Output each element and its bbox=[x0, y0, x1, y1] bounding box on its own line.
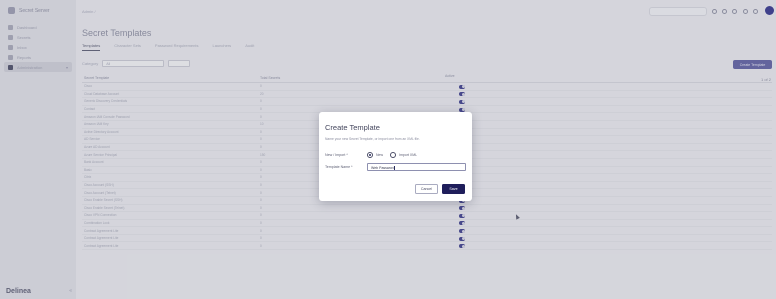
dialog-description: Name your new Secret Template, or import… bbox=[325, 137, 420, 141]
create-template-dialog: Create Template Name your new Secret Tem… bbox=[319, 112, 472, 201]
template-name-input[interactable]: Web Password bbox=[367, 163, 466, 171]
text-caret bbox=[394, 165, 395, 170]
radio-import-xml[interactable] bbox=[390, 152, 396, 158]
radio-import-label[interactable]: Import XML bbox=[399, 153, 417, 157]
template-name-value: Web Password bbox=[371, 165, 395, 170]
radio-new-label[interactable]: New bbox=[376, 153, 383, 157]
template-name-label: Template Name * bbox=[325, 165, 353, 169]
dialog-title: Create Template bbox=[325, 123, 380, 132]
cancel-button[interactable]: Cancel bbox=[415, 184, 438, 194]
save-button[interactable]: Save bbox=[442, 184, 465, 194]
new-import-label: New / Import * bbox=[325, 153, 348, 157]
radio-new[interactable] bbox=[367, 152, 373, 158]
